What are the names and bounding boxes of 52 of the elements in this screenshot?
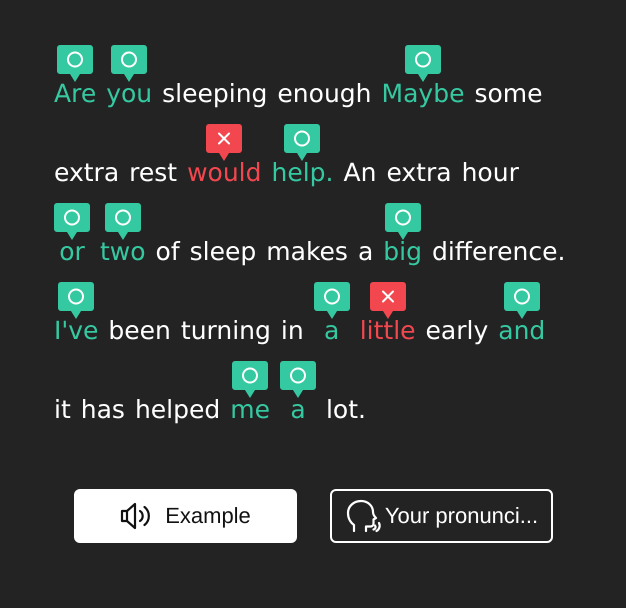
word: been — [108, 316, 171, 346]
word: help. — [271, 158, 334, 188]
word: big — [383, 237, 422, 267]
circle-bubble-icon — [280, 361, 316, 398]
circle-bubble-icon — [111, 45, 148, 82]
word: early — [426, 316, 488, 346]
word: some — [474, 79, 543, 109]
circle-bubble-icon — [58, 282, 94, 319]
word: it — [54, 395, 71, 425]
word: you — [106, 79, 152, 109]
word: or — [59, 237, 85, 267]
cross-bubble-icon — [206, 124, 242, 161]
word: hour — [462, 158, 519, 188]
circle-bubble-icon — [314, 282, 350, 319]
circle-bubble-icon — [404, 45, 441, 82]
word: difference. — [432, 237, 566, 267]
circle-bubble-icon — [57, 45, 94, 82]
circle-bubble-icon — [54, 203, 90, 240]
word: me — [230, 395, 270, 425]
word: a — [358, 237, 374, 267]
word: lot. — [326, 395, 366, 425]
word: a — [324, 316, 340, 346]
word: extra — [386, 158, 452, 188]
example-button[interactable]: Example — [74, 489, 297, 543]
word: little — [360, 316, 416, 346]
speaking-head-icon — [344, 499, 382, 533]
word: would — [187, 158, 262, 188]
pronunciation-button[interactable]: Your pronunci... — [330, 489, 553, 543]
word: An — [343, 158, 376, 188]
circle-bubble-icon — [384, 203, 421, 240]
circle-bubble-icon — [504, 282, 540, 319]
word: I've — [54, 316, 98, 346]
word: turning — [180, 316, 271, 346]
word: of — [156, 237, 180, 267]
circle-bubble-icon — [284, 124, 320, 161]
word: extra — [54, 158, 120, 188]
word: rest — [129, 158, 178, 188]
word: enough — [277, 79, 372, 109]
word: Are — [54, 79, 96, 109]
cross-bubble-icon — [370, 282, 406, 319]
word: a — [290, 395, 306, 425]
word: and — [498, 316, 546, 346]
word: makes — [266, 237, 348, 267]
word: sleeping — [162, 79, 268, 109]
circle-bubble-icon — [104, 203, 141, 240]
word: sleep — [190, 237, 256, 267]
word: in — [280, 316, 304, 346]
word: Maybe — [382, 79, 464, 109]
circle-bubble-icon — [232, 361, 268, 398]
word: two — [100, 237, 146, 267]
word: has — [80, 395, 125, 425]
word: helped — [134, 395, 220, 425]
